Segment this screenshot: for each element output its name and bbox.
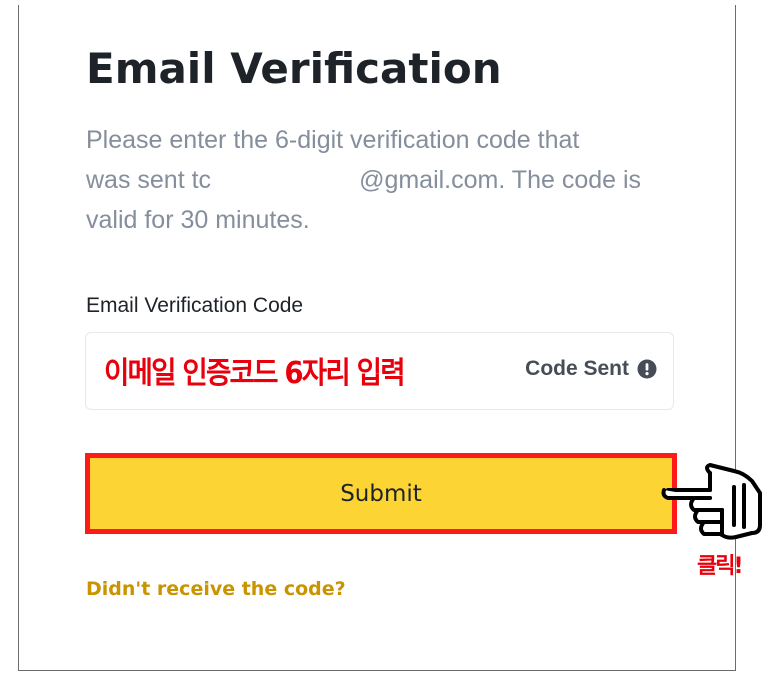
verification-code-input[interactable]: 이메일 인증코드 6자리 입력 Code Sent [85, 332, 674, 410]
description-line-1: Please enter the 6-digit verification co… [86, 126, 580, 154]
description-line-3: valid for 30 minutes. [86, 206, 310, 234]
description: Please enter the 6-digit verification co… [86, 120, 666, 240]
exclamation-circle-icon [637, 359, 657, 379]
description-line-2: was sent tc @gmail.com. The code is [86, 160, 666, 200]
submit-button[interactable]: Submit [85, 453, 677, 534]
code-sent-text: Code Sent [525, 357, 629, 380]
click-annotation: 클릭! [697, 554, 743, 579]
code-sent-status: Code Sent [525, 357, 657, 381]
page-title: Email Verification [86, 44, 502, 93]
pointing-hand-icon [660, 463, 766, 545]
resend-code-link[interactable]: Didn't receive the code? [86, 578, 346, 600]
redacted-email [211, 169, 360, 194]
page: Email Verification Please enter the 6-di… [0, 0, 775, 677]
code-field-label: Email Verification Code [86, 294, 304, 317]
code-input-annotation: 이메일 인증코드 6자리 입력 [104, 356, 406, 391]
description-line-2-start: was sent tc [86, 166, 212, 194]
description-line-2-end: @gmail.com. The code is [359, 166, 642, 194]
